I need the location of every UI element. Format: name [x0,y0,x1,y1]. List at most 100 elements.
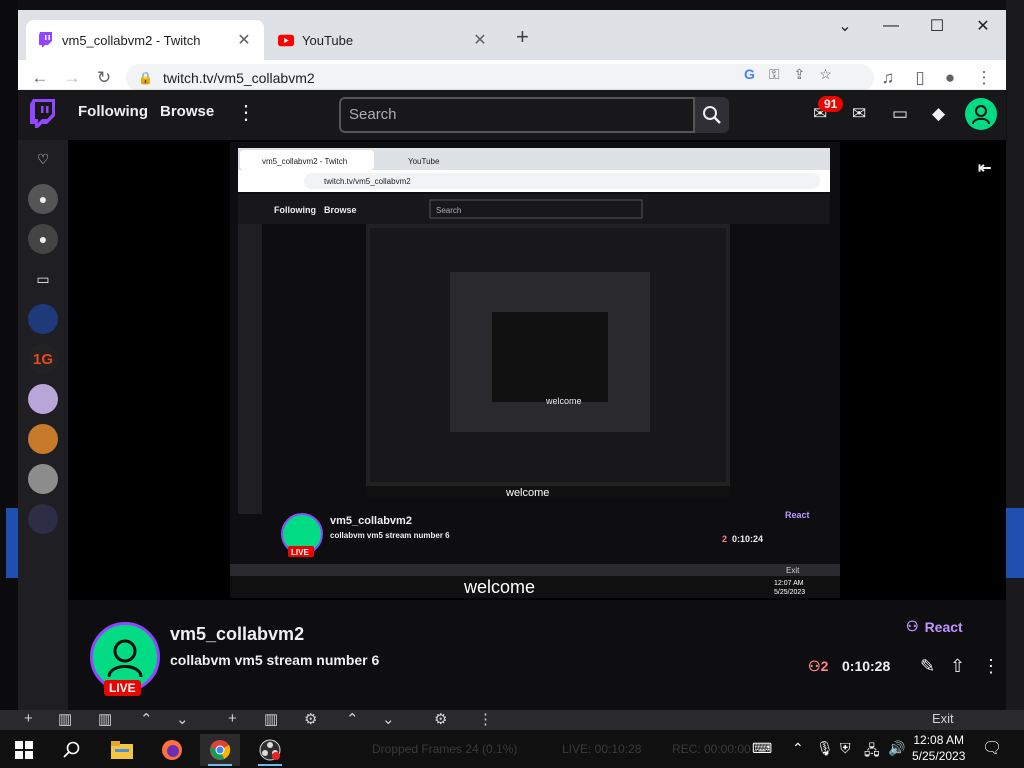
search-input[interactable]: Search [339,97,695,133]
sidebar-channel-avatar[interactable] [28,304,58,334]
svg-text:vm5_collabvm2: vm5_collabvm2 [330,515,412,527]
forward-icon[interactable]: → [60,66,84,90]
system-clock[interactable]: 12:08 AM 5/25/2023 [912,732,965,764]
share-icon[interactable]: ⇪ [794,66,806,83]
windows-taskbar: Dropped Frames 24 (0.1%) LIVE: 00:10:28 … [0,730,1024,768]
sidebar-channel-avatar[interactable]: 1G [28,344,58,374]
menu-kebab-icon[interactable]: ⋮ [972,66,996,90]
tab-title: vm5_collabvm2 - Twitch [62,32,201,48]
profile-icon[interactable]: ● [938,66,962,90]
desktop-right-edge [1006,0,1024,730]
tab-twitch[interactable]: vm5_collabvm2 - Twitch ✕ [26,20,264,60]
nav-browse[interactable]: Browse [160,103,214,120]
viewer-count: ⚇2 [808,658,829,674]
clock-date: 5/25/2023 [912,749,966,763]
sidebar-channel-avatar[interactable]: ● [28,224,58,254]
new-tab-button[interactable]: + [516,24,529,50]
side-panel-icon[interactable]: ▯ [908,66,932,90]
inbox-icon[interactable]: ✉ [852,104,866,124]
google-icon[interactable]: G [744,66,755,82]
security-icon[interactable]: ⛨ [840,740,851,757]
lock-icon: 🔒 [138,71,153,85]
share-icon[interactable]: ⇧ [950,656,965,677]
firefox-icon[interactable] [152,734,192,766]
sidebar-channel-avatar[interactable] [28,504,58,534]
twitch-logo-icon[interactable] [30,99,56,129]
add-icon[interactable]: + [24,710,33,727]
obs-studio-icon[interactable] [250,734,290,766]
keyboard-icon[interactable]: ⌨ [752,740,772,757]
recommended-camera-icon[interactable]: ▭ [28,264,58,294]
key-icon[interactable]: ⚿ [769,66,780,83]
search-icon [703,106,721,124]
twitch-top-nav: Following Browse ⋮ Search ✉ 91 ✉ ▭ ◆ [18,90,1006,140]
nav-following[interactable]: Following [78,103,148,120]
trash-source-icon[interactable]: ▥ [264,710,278,728]
close-tab-icon[interactable]: ✕ [472,30,488,50]
maximize-button[interactable]: ☐ [914,10,960,42]
video-player[interactable]: vm5_collabvm2 - Twitch YouTube twitch.tv… [68,140,1006,600]
svg-text:5/25/2023: 5/25/2023 [774,589,805,596]
nested-tab-title: vm5_collabvm2 - Twitch [262,157,347,166]
tab-title: YouTube [302,32,354,48]
tab-search-icon[interactable]: ⌄ [822,10,868,42]
volume-icon[interactable]: 🔊 [888,740,905,757]
nested-url: twitch.tv/vm5_collabvm2 [324,177,411,186]
channel-name[interactable]: vm5_collabvm2 [170,624,304,645]
network-icon[interactable]: 🖧 [864,740,880,764]
sidebar-channel-avatar[interactable]: ● [28,184,58,214]
url-text: twitch.tv/vm5_collabvm2 [162,70,315,86]
svg-text:Browse: Browse [324,205,357,215]
more-dots-icon[interactable]: ⋮ [478,710,493,728]
live-badge: LIVE [104,680,141,696]
reload-icon[interactable]: ↻ [92,66,116,90]
microphone-icon[interactable]: 🎙 [816,740,834,757]
nested-stream-frame: vm5_collabvm2 - Twitch YouTube twitch.tv… [230,142,840,598]
close-tab-icon[interactable]: ✕ [236,30,252,50]
tab-youtube[interactable]: YouTube ✕ [266,20,500,60]
user-avatar[interactable] [965,98,997,130]
media-control-icon[interactable]: ♫ [876,66,900,90]
react-button[interactable]: ⚇ React [906,618,963,635]
svg-text:Following: Following [274,205,316,215]
whispers-icon[interactable]: ▭ [892,104,908,124]
chrome-icon[interactable] [200,734,240,766]
sidebar-channel-avatar[interactable] [28,384,58,414]
exit-button[interactable]: Exit [932,711,954,726]
minimize-button[interactable]: — [868,10,914,42]
move-down-icon[interactable]: ⌄ [176,710,189,728]
transition-gear-icon[interactable]: ⚙ [434,710,447,728]
windows-start-icon[interactable] [4,734,44,766]
add-source-icon[interactable]: + [228,710,237,727]
crown-icon[interactable]: ◆ [932,104,945,124]
sidebar-channel-avatar[interactable] [28,464,58,494]
dropped-frames-status: Dropped Frames 24 (0.1%) [372,742,518,756]
svg-text:2: 2 [722,534,727,544]
collapse-chat-icon[interactable]: ⇤ [978,158,991,178]
search-icon[interactable] [52,734,92,766]
twitch-page: Following Browse ⋮ Search ✉ 91 ✉ ▭ ◆ ♡ ●… [18,90,1006,710]
svg-text:React: React [785,510,810,520]
source-down-icon[interactable]: ⌄ [382,710,395,728]
show-hidden-icons[interactable]: ⌃ [792,740,804,757]
move-up-icon[interactable]: ⌃ [140,710,153,728]
back-icon[interactable]: ← [28,66,52,90]
notification-center-icon[interactable]: 🗨 [982,738,1002,758]
bookmark-star-icon[interactable]: ☆ [819,66,832,83]
sidebar-channel-avatar[interactable] [28,424,58,454]
trash-icon[interactable]: ▥ [58,710,72,728]
svg-text:collabvm vm5 stream number 6: collabvm vm5 stream number 6 [330,531,450,540]
obs-control-strip: + ▥ ▥ ⌃ ⌄ + ▥ ⚙ ⌃ ⌄ ⚙ ⋮ Exit [0,710,1024,730]
svg-text:welcome: welcome [545,396,582,406]
react-label: React [924,618,963,635]
file-explorer-icon[interactable] [102,734,142,766]
settings-gear-icon[interactable]: ⚙ [304,710,317,728]
search-button[interactable] [695,97,729,133]
filter-icon[interactable]: ▥ [98,710,112,728]
edit-pencil-icon[interactable]: ✎ [920,656,935,677]
more-kebab-icon[interactable]: ⋮ [236,100,256,125]
more-options-icon[interactable]: ⋮ [982,656,1000,677]
followed-heart-icon[interactable]: ♡ [28,144,58,174]
close-window-button[interactable]: ✕ [960,10,1006,42]
source-up-icon[interactable]: ⌃ [346,710,359,728]
